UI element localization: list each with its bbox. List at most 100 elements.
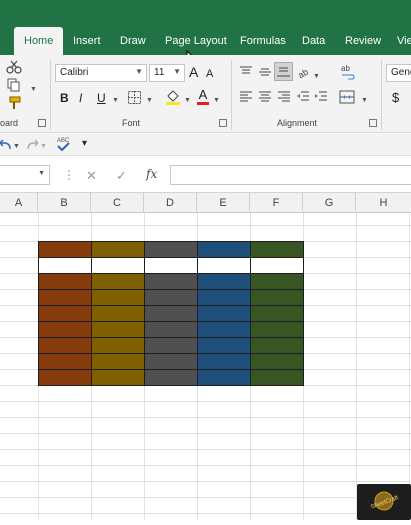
table-cell[interactable] xyxy=(38,257,92,274)
table-cell[interactable] xyxy=(91,369,145,386)
table-cell[interactable] xyxy=(250,273,304,290)
copy-dropdown-icon[interactable]: ▼ xyxy=(30,82,37,98)
table-cell[interactable] xyxy=(144,257,198,274)
formula-input[interactable] xyxy=(170,165,411,185)
table-cell[interactable] xyxy=(38,353,92,370)
table-cell[interactable] xyxy=(197,241,251,258)
table-cell[interactable] xyxy=(197,305,251,322)
redo-dropdown-icon[interactable]: ▼ xyxy=(40,139,47,155)
borders-icon[interactable] xyxy=(127,90,143,106)
table-cell[interactable] xyxy=(38,289,92,306)
merge-center-icon[interactable] xyxy=(339,90,355,104)
table-cell[interactable] xyxy=(91,337,145,354)
table-cell[interactable] xyxy=(38,273,92,290)
align-center-icon[interactable] xyxy=(258,91,272,103)
clipboard-launcher-icon[interactable] xyxy=(38,119,46,127)
table-cell[interactable] xyxy=(91,305,145,322)
table-cell[interactable] xyxy=(91,321,145,338)
insert-function-button[interactable]: fx xyxy=(146,167,157,181)
column-header-b[interactable]: B xyxy=(38,193,91,213)
table-cell[interactable] xyxy=(144,369,198,386)
table-cell[interactable] xyxy=(38,369,92,386)
italic-button[interactable]: I xyxy=(79,90,82,106)
table-cell[interactable] xyxy=(250,289,304,306)
table-cell[interactable] xyxy=(91,289,145,306)
table-cell[interactable] xyxy=(250,257,304,274)
table-cell[interactable] xyxy=(144,273,198,290)
wrap-text-icon[interactable]: ab xyxy=(341,64,355,80)
copy-icon[interactable] xyxy=(6,78,22,92)
table-cell[interactable] xyxy=(91,241,145,258)
spelling-icon[interactable]: ABC xyxy=(56,135,72,153)
tab-view[interactable]: View xyxy=(397,35,411,47)
table-cell[interactable] xyxy=(197,337,251,354)
column-header-g[interactable]: G xyxy=(303,193,356,213)
table-cell[interactable] xyxy=(250,321,304,338)
table-cell[interactable] xyxy=(144,289,198,306)
table-cell[interactable] xyxy=(250,369,304,386)
decrease-indent-icon[interactable] xyxy=(296,91,310,103)
font-color-dropdown-icon[interactable]: ▼ xyxy=(213,93,220,109)
table-cell[interactable] xyxy=(197,289,251,306)
column-header-c[interactable]: C xyxy=(91,193,144,213)
table-cell[interactable] xyxy=(250,353,304,370)
table-cell[interactable] xyxy=(91,353,145,370)
table-cell[interactable] xyxy=(144,321,198,338)
align-bottom-button[interactable] xyxy=(274,62,293,81)
table-cell[interactable] xyxy=(144,241,198,258)
table-cell[interactable] xyxy=(197,273,251,290)
table-cell[interactable] xyxy=(197,321,251,338)
undo-dropdown-icon[interactable]: ▼ xyxy=(13,139,20,155)
column-header-h[interactable]: H xyxy=(356,193,411,213)
redo-icon[interactable] xyxy=(26,138,38,152)
column-header-a[interactable]: A xyxy=(0,193,38,213)
table-cell[interactable] xyxy=(38,337,92,354)
tab-insert[interactable]: Insert xyxy=(73,35,101,47)
align-right-icon[interactable] xyxy=(277,91,291,103)
merge-dropdown-icon[interactable]: ▼ xyxy=(361,93,368,109)
tab-home[interactable]: Home xyxy=(14,27,64,55)
tab-data[interactable]: Data xyxy=(302,35,325,47)
tab-page-layout[interactable]: Page Layout xyxy=(165,35,227,47)
enter-icon[interactable]: ✓ xyxy=(116,168,127,184)
table-cell[interactable] xyxy=(144,305,198,322)
name-box[interactable]: ▼ xyxy=(0,165,50,185)
column-header-e[interactable]: E xyxy=(197,193,250,213)
table-cell[interactable] xyxy=(197,369,251,386)
orientation-icon[interactable]: ab xyxy=(298,65,312,79)
cut-icon[interactable] xyxy=(6,60,22,74)
tab-review[interactable]: Review xyxy=(345,35,381,47)
borders-dropdown-icon[interactable]: ▼ xyxy=(146,93,153,109)
align-top-icon[interactable] xyxy=(239,66,253,78)
font-size-combo[interactable]: 11 ▼ xyxy=(149,64,185,82)
align-middle-icon[interactable] xyxy=(258,66,272,78)
number-format-combo[interactable]: Gene xyxy=(386,64,411,82)
increase-font-size-button[interactable]: A xyxy=(189,64,198,80)
currency-button[interactable]: $ xyxy=(392,90,399,106)
table-cell[interactable] xyxy=(144,337,198,354)
increase-indent-icon[interactable] xyxy=(314,91,328,103)
table-cell[interactable] xyxy=(38,321,92,338)
decrease-font-size-button[interactable]: A xyxy=(206,66,213,82)
font-name-combo[interactable]: Calibri ▼ xyxy=(55,64,147,82)
tab-formulas[interactable]: Formulas xyxy=(240,35,286,47)
bold-button[interactable]: B xyxy=(60,90,69,106)
font-launcher-icon[interactable] xyxy=(219,119,227,127)
customize-qat-icon[interactable]: ▾ xyxy=(82,136,87,152)
align-left-icon[interactable] xyxy=(239,91,253,103)
fill-color-icon[interactable] xyxy=(164,88,182,106)
underline-button[interactable]: U xyxy=(97,90,106,106)
undo-icon[interactable] xyxy=(0,138,12,152)
table-cell[interactable] xyxy=(250,241,304,258)
table-cell[interactable] xyxy=(91,257,145,274)
orientation-dropdown-icon[interactable]: ▼ xyxy=(313,69,320,85)
table-cell[interactable] xyxy=(250,337,304,354)
table-cell[interactable] xyxy=(144,353,198,370)
table-cell[interactable] xyxy=(38,305,92,322)
table-cell[interactable] xyxy=(250,305,304,322)
table-cell[interactable] xyxy=(91,273,145,290)
table-cell[interactable] xyxy=(197,353,251,370)
fill-color-dropdown-icon[interactable]: ▼ xyxy=(184,93,191,109)
alignment-launcher-icon[interactable] xyxy=(369,119,377,127)
cancel-icon[interactable]: ✕ xyxy=(86,168,97,184)
